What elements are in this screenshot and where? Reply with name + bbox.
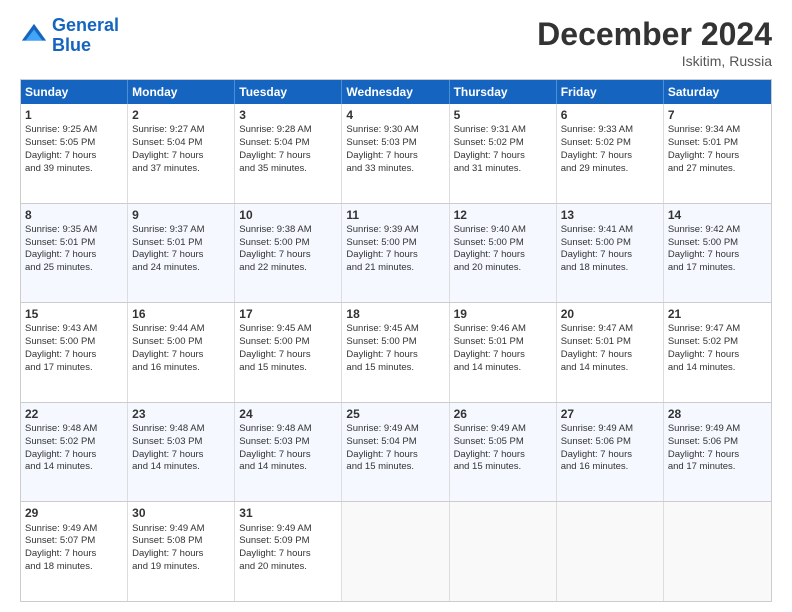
cell-dec-24: 24Sunrise: 9:48 AMSunset: 5:03 PMDayligh…	[235, 403, 342, 502]
cell-dec-19: 19Sunrise: 9:46 AMSunset: 5:01 PMDayligh…	[450, 303, 557, 402]
calendar: Sunday Monday Tuesday Wednesday Thursday…	[20, 79, 772, 602]
cell-dec-28: 28Sunrise: 9:49 AMSunset: 5:06 PMDayligh…	[664, 403, 771, 502]
cell-empty-1	[342, 502, 449, 601]
cell-dec-7: 7Sunrise: 9:34 AMSunset: 5:01 PMDaylight…	[664, 104, 771, 203]
logo-text: GeneralBlue	[52, 16, 119, 56]
header-wednesday: Wednesday	[342, 80, 449, 104]
cell-dec-30: 30Sunrise: 9:49 AMSunset: 5:08 PMDayligh…	[128, 502, 235, 601]
cell-dec-15: 15Sunrise: 9:43 AMSunset: 5:00 PMDayligh…	[21, 303, 128, 402]
cell-dec-4: 4Sunrise: 9:30 AMSunset: 5:03 PMDaylight…	[342, 104, 449, 203]
cell-dec-31: 31Sunrise: 9:49 AMSunset: 5:09 PMDayligh…	[235, 502, 342, 601]
cell-dec-26: 26Sunrise: 9:49 AMSunset: 5:05 PMDayligh…	[450, 403, 557, 502]
header: GeneralBlue December 2024 Iskitim, Russi…	[20, 16, 772, 69]
week-row-4: 22Sunrise: 9:48 AMSunset: 5:02 PMDayligh…	[21, 403, 771, 503]
cell-dec-29: 29Sunrise: 9:49 AMSunset: 5:07 PMDayligh…	[21, 502, 128, 601]
cell-dec-5: 5Sunrise: 9:31 AMSunset: 5:02 PMDaylight…	[450, 104, 557, 203]
subtitle: Iskitim, Russia	[537, 53, 772, 69]
week-row-3: 15Sunrise: 9:43 AMSunset: 5:00 PMDayligh…	[21, 303, 771, 403]
header-saturday: Saturday	[664, 80, 771, 104]
cell-dec-10: 10Sunrise: 9:38 AMSunset: 5:00 PMDayligh…	[235, 204, 342, 303]
cell-dec-2: 2Sunrise: 9:27 AMSunset: 5:04 PMDaylight…	[128, 104, 235, 203]
week-row-1: 1Sunrise: 9:25 AMSunset: 5:05 PMDaylight…	[21, 104, 771, 204]
cell-dec-18: 18Sunrise: 9:45 AMSunset: 5:00 PMDayligh…	[342, 303, 449, 402]
cell-dec-22: 22Sunrise: 9:48 AMSunset: 5:02 PMDayligh…	[21, 403, 128, 502]
cell-dec-21: 21Sunrise: 9:47 AMSunset: 5:02 PMDayligh…	[664, 303, 771, 402]
header-thursday: Thursday	[450, 80, 557, 104]
cell-dec-1: 1Sunrise: 9:25 AMSunset: 5:05 PMDaylight…	[21, 104, 128, 203]
main-title: December 2024	[537, 16, 772, 53]
calendar-header: Sunday Monday Tuesday Wednesday Thursday…	[21, 80, 771, 104]
week-row-2: 8Sunrise: 9:35 AMSunset: 5:01 PMDaylight…	[21, 204, 771, 304]
cell-dec-6: 6Sunrise: 9:33 AMSunset: 5:02 PMDaylight…	[557, 104, 664, 203]
cell-dec-13: 13Sunrise: 9:41 AMSunset: 5:00 PMDayligh…	[557, 204, 664, 303]
week-row-5: 29Sunrise: 9:49 AMSunset: 5:07 PMDayligh…	[21, 502, 771, 601]
calendar-body: 1Sunrise: 9:25 AMSunset: 5:05 PMDaylight…	[21, 104, 771, 601]
header-sunday: Sunday	[21, 80, 128, 104]
header-monday: Monday	[128, 80, 235, 104]
cell-dec-20: 20Sunrise: 9:47 AMSunset: 5:01 PMDayligh…	[557, 303, 664, 402]
header-tuesday: Tuesday	[235, 80, 342, 104]
cell-empty-2	[450, 502, 557, 601]
cell-dec-14: 14Sunrise: 9:42 AMSunset: 5:00 PMDayligh…	[664, 204, 771, 303]
cell-dec-23: 23Sunrise: 9:48 AMSunset: 5:03 PMDayligh…	[128, 403, 235, 502]
title-block: December 2024 Iskitim, Russia	[537, 16, 772, 69]
header-friday: Friday	[557, 80, 664, 104]
cell-dec-17: 17Sunrise: 9:45 AMSunset: 5:00 PMDayligh…	[235, 303, 342, 402]
cell-empty-3	[557, 502, 664, 601]
logo: GeneralBlue	[20, 16, 119, 56]
logo-icon	[20, 22, 48, 50]
cell-dec-27: 27Sunrise: 9:49 AMSunset: 5:06 PMDayligh…	[557, 403, 664, 502]
cell-empty-4	[664, 502, 771, 601]
cell-dec-12: 12Sunrise: 9:40 AMSunset: 5:00 PMDayligh…	[450, 204, 557, 303]
cell-dec-16: 16Sunrise: 9:44 AMSunset: 5:00 PMDayligh…	[128, 303, 235, 402]
cell-dec-25: 25Sunrise: 9:49 AMSunset: 5:04 PMDayligh…	[342, 403, 449, 502]
page: GeneralBlue December 2024 Iskitim, Russi…	[0, 0, 792, 612]
cell-dec-8: 8Sunrise: 9:35 AMSunset: 5:01 PMDaylight…	[21, 204, 128, 303]
cell-dec-3: 3Sunrise: 9:28 AMSunset: 5:04 PMDaylight…	[235, 104, 342, 203]
cell-dec-11: 11Sunrise: 9:39 AMSunset: 5:00 PMDayligh…	[342, 204, 449, 303]
cell-dec-9: 9Sunrise: 9:37 AMSunset: 5:01 PMDaylight…	[128, 204, 235, 303]
